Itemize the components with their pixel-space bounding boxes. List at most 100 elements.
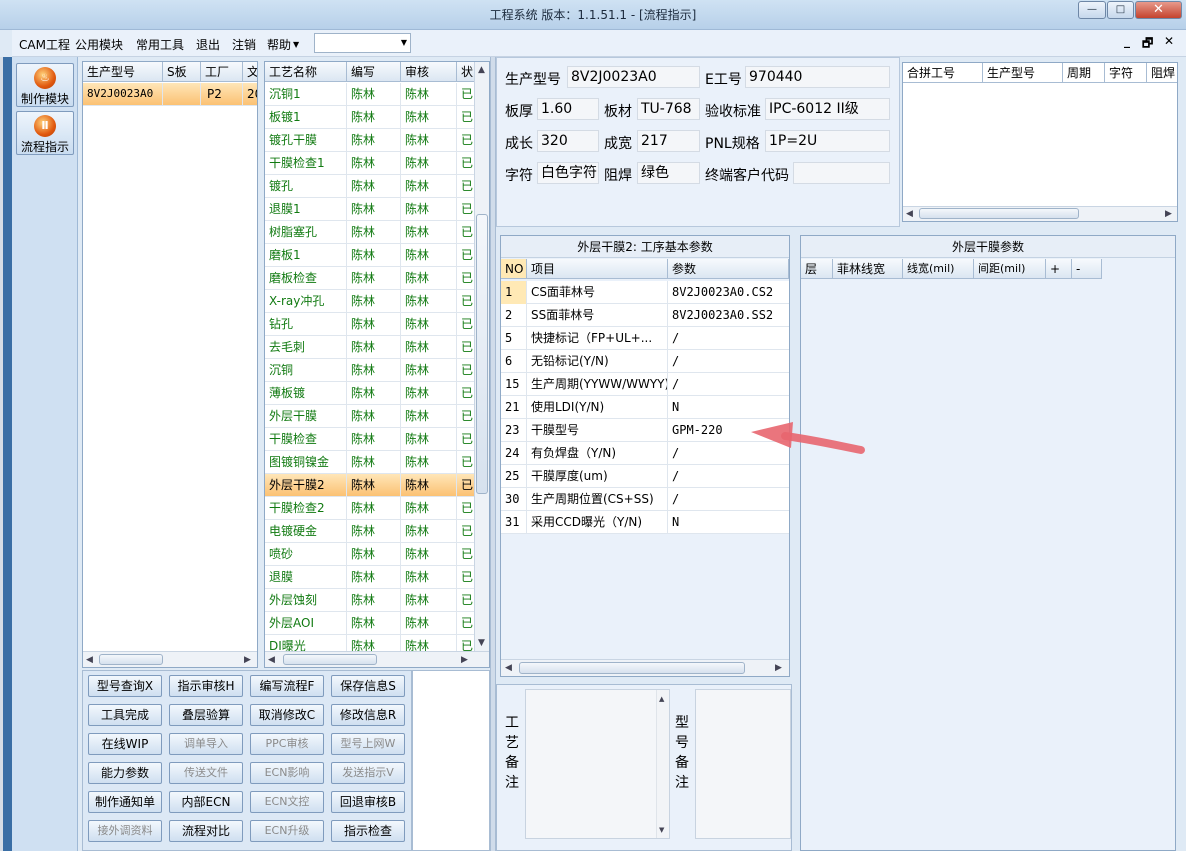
table-row[interactable]: 薄板镀 陈林 陈林已	[265, 382, 475, 405]
scroll-right-icon[interactable]: ▶	[1165, 208, 1172, 220]
menu-common-modules[interactable]: 公用模块	[75, 36, 123, 53]
table-row[interactable]: 干膜检查1 陈林 陈林已	[265, 152, 475, 175]
menu-exit[interactable]: 退出	[196, 36, 220, 53]
minimize-button[interactable]: —	[1078, 1, 1106, 19]
action-button-4-3[interactable]: 回退审核B	[331, 791, 405, 813]
action-button-5-2[interactable]: ECN升级	[250, 820, 324, 842]
model-note-textarea[interactable]	[695, 689, 791, 839]
table-row[interactable]: 31 采用CCD曝光（Y/N) N	[501, 511, 789, 534]
table-row[interactable]: 21 使用LDI(Y/N) N	[501, 396, 789, 419]
table-row[interactable]: 去毛刺 陈林 陈林已	[265, 336, 475, 359]
char-field[interactable]: 白色字符	[537, 162, 599, 184]
table-row[interactable]: 干膜检查 陈林 陈林已	[265, 428, 475, 451]
table-row[interactable]: 15 生产周期(YYWW/WWYY) /	[501, 373, 789, 396]
close-button[interactable]: ✕	[1135, 1, 1182, 19]
table-row[interactable]: 8V2J0023A0 P2 20	[83, 83, 257, 106]
action-button-1-0[interactable]: 工具完成	[88, 704, 162, 726]
col-header[interactable]: 生产型号	[83, 62, 163, 82]
scroll-down-icon[interactable]: ▼	[478, 637, 485, 649]
remove-column-button[interactable]: -	[1072, 259, 1102, 279]
mdi-restore-button[interactable]: 🗗	[1142, 34, 1153, 55]
table-row[interactable]: 外层蚀刻 陈林 陈林已	[265, 589, 475, 612]
mask-field[interactable]: 绿色	[637, 162, 700, 184]
scroll-down-icon[interactable]: ▼	[659, 824, 664, 836]
col-header[interactable]: NO	[501, 259, 527, 279]
width-field[interactable]: 217	[637, 130, 700, 152]
table-row[interactable]: 6 无铅标记(Y/N) /	[501, 350, 789, 373]
scroll-left-icon[interactable]: ◀	[906, 208, 913, 220]
table-row[interactable]: 电镀硬金 陈林 陈林已	[265, 520, 475, 543]
table-row[interactable]: 外层干膜2 陈林 陈林已	[265, 474, 475, 497]
action-button-1-1[interactable]: 叠层验算	[169, 704, 243, 726]
menu-logout[interactable]: 注销	[232, 36, 256, 53]
note-vscroll[interactable]: ▲ ▼	[656, 690, 669, 838]
scroll-left-icon[interactable]: ◀	[505, 662, 512, 674]
scroll-right-icon[interactable]: ▶	[775, 662, 782, 674]
table-row[interactable]: X-ray冲孔 陈林 陈林已	[265, 290, 475, 313]
scroll-thumb[interactable]	[519, 662, 745, 674]
col-header[interactable]: 层	[801, 259, 833, 279]
action-button-0-2[interactable]: 编写流程F	[250, 675, 324, 697]
col-header[interactable]: 文	[243, 62, 257, 82]
table-row[interactable]: 沉铜1 陈林 陈林已	[265, 83, 475, 106]
action-button-2-2[interactable]: PPC审核	[250, 733, 324, 755]
mdi-minimize-button[interactable]: _	[1124, 34, 1130, 48]
action-button-4-0[interactable]: 制作通知单	[88, 791, 162, 813]
table-row[interactable]: 沉铜 陈林 陈林已	[265, 359, 475, 382]
col-header[interactable]: S板	[163, 62, 201, 82]
col-header[interactable]: 间距(mil)	[974, 259, 1046, 279]
table-row[interactable]: 退膜1 陈林 陈林已	[265, 198, 475, 221]
table-row[interactable]: 干膜检查2 陈林 陈林已	[265, 497, 475, 520]
table-row[interactable]: 镀孔干膜 陈林 陈林已	[265, 129, 475, 152]
param-hscroll[interactable]: ◀ ▶	[501, 659, 789, 676]
table-row[interactable]: 30 生产周期位置(CS+SS) /	[501, 488, 789, 511]
col-header[interactable]: 状	[457, 62, 475, 82]
action-button-5-3[interactable]: 指示检查	[331, 820, 405, 842]
process-vscroll[interactable]: ▲ ▼	[474, 62, 489, 651]
table-row[interactable]: 磨板1 陈林 陈林已	[265, 244, 475, 267]
col-header[interactable]: 合拼工号	[903, 63, 983, 83]
action-button-2-3[interactable]: 型号上网W	[331, 733, 405, 755]
action-button-5-1[interactable]: 流程对比	[169, 820, 243, 842]
table-row[interactable]: 25 干膜厚度(um) /	[501, 465, 789, 488]
action-button-3-3[interactable]: 发送指示V	[331, 762, 405, 784]
col-header[interactable]: 阻焊	[1147, 63, 1177, 83]
menu-help[interactable]: 帮助	[267, 36, 291, 53]
scroll-up-icon[interactable]: ▲	[659, 693, 664, 705]
col-header[interactable]: 工厂	[201, 62, 243, 82]
col-header[interactable]: 菲林线宽	[833, 259, 903, 279]
menu-tools[interactable]: 常用工具	[136, 36, 184, 53]
scroll-thumb[interactable]	[99, 654, 163, 665]
action-button-1-3[interactable]: 修改信息R	[331, 704, 405, 726]
scroll-left-icon[interactable]: ◀	[268, 654, 275, 666]
scroll-thumb[interactable]	[476, 214, 488, 494]
action-button-4-2[interactable]: ECN文控	[250, 791, 324, 813]
process-note-textarea[interactable]: ▲ ▼	[525, 689, 670, 839]
action-button-0-0[interactable]: 型号查询X	[88, 675, 162, 697]
customer-field[interactable]	[793, 162, 890, 184]
table-row[interactable]: 喷砂 陈林 陈林已	[265, 543, 475, 566]
action-button-3-1[interactable]: 传送文件	[169, 762, 243, 784]
action-button-2-1[interactable]: 调单导入	[169, 733, 243, 755]
scroll-right-icon[interactable]: ▶	[461, 654, 468, 666]
merge-hscroll[interactable]: ◀ ▶	[903, 206, 1177, 221]
table-row[interactable]: 1 CS面菲林号 8V2J0023A0.CS2	[501, 281, 789, 304]
action-button-0-1[interactable]: 指示审核H	[169, 675, 243, 697]
table-row[interactable]: 镀孔 陈林 陈林已	[265, 175, 475, 198]
action-button-0-3[interactable]: 保存信息S	[331, 675, 405, 697]
table-row[interactable]: 2 SS面菲林号 8V2J0023A0.SS2	[501, 304, 789, 327]
process-guide-button[interactable]: Ⅱ 流程指示	[16, 111, 74, 155]
standard-field[interactable]: IPC-6012 II级	[765, 98, 890, 120]
table-row[interactable]: 外层干膜 陈林 陈林已	[265, 405, 475, 428]
col-header[interactable]: 工艺名称	[265, 62, 347, 82]
col-header[interactable]: 字符	[1105, 63, 1147, 83]
model-hscroll[interactable]: ◀ ▶	[83, 651, 257, 667]
action-button-3-0[interactable]: 能力参数	[88, 762, 162, 784]
scroll-right-icon[interactable]: ▶	[244, 654, 251, 666]
table-row[interactable]: 5 快捷标记（FP+UL+... /	[501, 327, 789, 350]
scroll-up-icon[interactable]: ▲	[478, 64, 485, 76]
action-button-5-0[interactable]: 接外调资料	[88, 820, 162, 842]
table-row[interactable]: 退膜 陈林 陈林已	[265, 566, 475, 589]
make-module-button[interactable]: ♨ 制作模块	[16, 63, 74, 107]
action-button-2-0[interactable]: 在线WIP	[88, 733, 162, 755]
